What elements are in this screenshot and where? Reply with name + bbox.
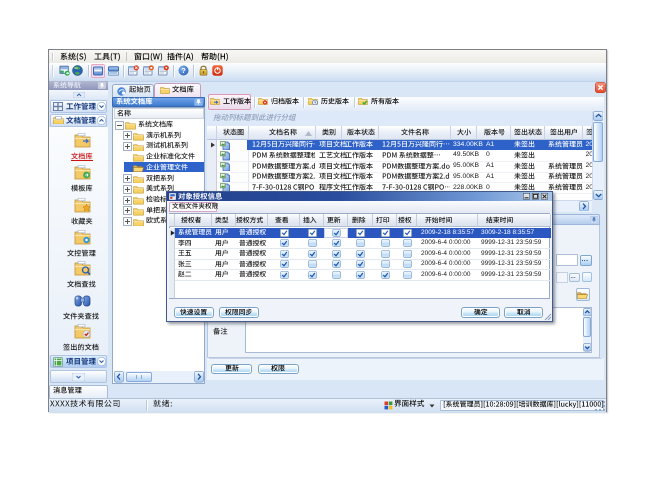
- svg-text:?: ?: [181, 66, 186, 75]
